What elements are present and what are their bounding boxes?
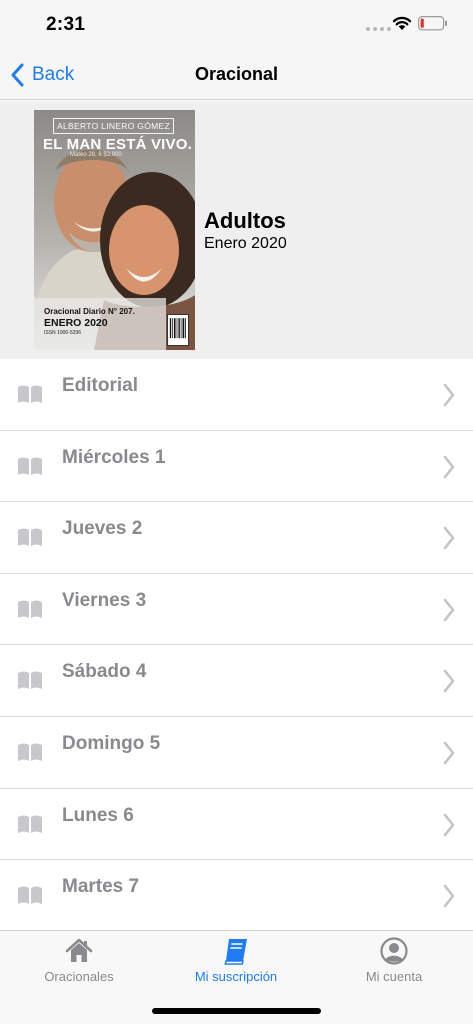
book-icon [18,886,42,906]
chevron-right-icon [443,813,455,836]
cover-author: ALBERTO LINERO GÓMEZ [53,118,174,134]
battery-icon [418,16,447,31]
chevron-right-icon [443,455,455,478]
tab-label: Mi cuenta [365,969,423,984]
book-icon [18,671,42,691]
entries-list: Editorial Miércoles 1 Jueves 2 Viernes 3… [0,359,473,932]
status-bar: 2:31 [0,0,473,50]
home-icon [65,938,93,962]
tab-mi-cuenta[interactable]: Mi cuenta [315,931,473,991]
chevron-right-icon [443,670,455,693]
tab-label: Oracionales [44,969,114,984]
navigation-bar: Back Oracional [0,50,473,100]
book-icon [18,815,42,834]
person-circle-icon [380,937,408,965]
cover-issn: ISSN 1900-5296 [44,330,81,336]
cover-series: Oracional Diario N° 207. [44,307,135,316]
status-time: 2:31 [46,14,86,35]
tab-label: Mi suscripción [194,969,278,984]
cellular-signal-icon [366,27,391,31]
cover-subtitle: Mateo 28, 6 $3.000 [70,152,122,158]
book-icon [18,385,42,404]
chevron-right-icon [443,526,455,550]
list-item[interactable]: Lunes 6 [0,788,473,861]
list-item-label: Sábado 4 [62,661,147,683]
edition-date: Enero 2020 [204,235,287,252]
book-icon [224,939,247,965]
list-item[interactable]: Viernes 3 [0,573,473,646]
book-icon [18,743,42,762]
edition-title: Adultos [204,208,286,233]
list-item[interactable]: Jueves 2 [0,502,473,574]
tab-oracionales[interactable]: Oracionales [0,931,158,991]
list-item-label: Viernes 3 [62,589,147,611]
list-item-label: Miércoles 1 [62,446,166,468]
cover-month: ENERO 2020 [44,317,108,329]
list-item-label: Jueves 2 [62,518,143,540]
home-indicator[interactable] [152,1008,321,1014]
chevron-right-icon [443,383,455,407]
chevron-right-icon [443,884,455,908]
page-title: Oracional [194,64,279,84]
book-icon [18,600,42,619]
wifi-icon [392,16,412,30]
list-item[interactable]: Sábado 4 [0,645,473,717]
list-item-label: Domingo 5 [62,732,161,754]
magazine-cover-image: ALBERTO LINERO GÓMEZ EL MAN ESTÁ VIVO. M… [34,110,195,350]
list-item[interactable]: Editorial [0,359,473,431]
list-item[interactable]: Miércoles 1 [0,430,473,503]
list-item-label: Editorial [62,375,139,396]
list-item-label: Lunes 6 [62,804,134,826]
tab-mi-suscripcion[interactable]: Mi suscripción [157,931,315,991]
chevron-right-icon [443,741,455,765]
book-icon [18,457,42,476]
edition-header: ALBERTO LINERO GÓMEZ EL MAN ESTÁ VIVO. M… [0,101,473,359]
list-item-label: Martes 7 [62,876,140,898]
list-item[interactable]: Domingo 5 [0,716,473,789]
barcode-icon [167,314,189,346]
chevron-right-icon [443,598,455,622]
book-icon [18,528,42,548]
cover-title: EL MAN ESTÁ VIVO. [43,136,192,153]
list-item[interactable]: Martes 7 [0,860,473,932]
